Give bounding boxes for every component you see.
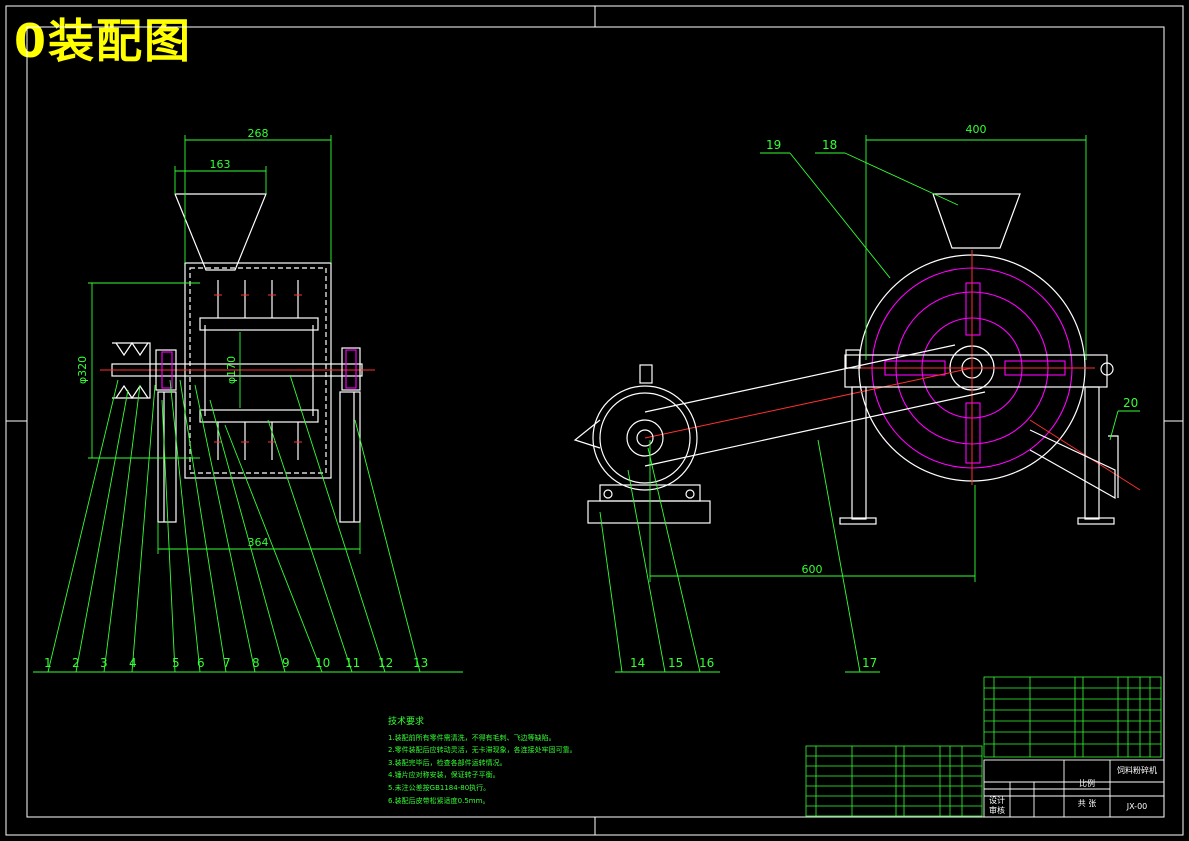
balloon-5: 5: [172, 656, 180, 670]
discharge-chute: [1029, 429, 1119, 500]
left-bearing-2-inner: [345, 349, 357, 389]
balloon-8: 8: [252, 656, 260, 670]
right-leaders: [599, 152, 1140, 673]
left-view: 268 163 φ320 φ170 364: [76, 127, 375, 554]
motor: [573, 364, 711, 524]
balloon-7: 7: [223, 656, 231, 670]
balloon-3: 3: [100, 656, 108, 670]
title-block-sheet: 共 张: [1078, 799, 1097, 808]
title-block: 饲料粉碎机 JX-00 比例 共 张 设计 审核: [983, 759, 1165, 818]
tech-item-2: 2.零件装配后应转动灵活，无卡滞现象，各连接处牢固可靠。: [388, 745, 577, 754]
tech-item-5: 5.未注公差按GB1184-80执行。: [388, 783, 490, 792]
title-block-scale: 比例: [1079, 778, 1095, 788]
dim-320: φ320: [76, 356, 89, 384]
tech-heading: 技术要求: [388, 715, 424, 727]
balloon-19: 19: [766, 138, 781, 152]
right-hammers: [884, 282, 1066, 464]
balloon-9: 9: [282, 656, 290, 670]
balloon-15: 15: [668, 656, 683, 670]
tech-item-1: 1.装配前所有零件需清洗，不得有毛刺、飞边等缺陷。: [388, 733, 556, 742]
outer-frame: [5, 5, 1184, 836]
title-block-designer: 设计: [989, 795, 1005, 805]
right-balloons: 14 15 16 17 19 18 20: [630, 138, 1138, 670]
balloon-12: 12: [378, 656, 393, 670]
right-view: 400 600: [573, 123, 1141, 582]
balloon-10: 10: [315, 656, 330, 670]
tech-item-4: 4.锤片应对称安装，保证转子平衡。: [388, 770, 500, 779]
balloon-11: 11: [345, 656, 360, 670]
left-leaders: [33, 374, 463, 673]
tech-item-3: 3.装配完毕后，检查各部件运转情况。: [388, 758, 507, 767]
dim-600: 600: [802, 563, 823, 576]
right-hopper: [932, 193, 1021, 249]
left-leg-2: [339, 391, 361, 523]
balloon-16: 16: [699, 656, 714, 670]
balloon-13: 13: [413, 656, 428, 670]
dim-170: φ170: [225, 356, 238, 384]
balloon-14: 14: [630, 656, 645, 670]
dim-163: 163: [210, 158, 231, 171]
center-marks: [6, 6, 1183, 835]
balloon-17: 17: [862, 656, 877, 670]
tech-item-6: 6.装配后皮带松紧适度0.5mm。: [388, 796, 489, 805]
balloon-2: 2: [72, 656, 80, 670]
balloon-1: 1: [44, 656, 52, 670]
title-block-name: 饲料粉碎机: [1117, 765, 1157, 775]
balloon-4: 4: [129, 656, 137, 670]
balloon-6: 6: [197, 656, 205, 670]
parts-list-upper: [983, 676, 1162, 758]
left-balloons: 1 2 3 4 5 6 7 8 9 10 11 12 13: [44, 656, 428, 670]
balloon-20: 20: [1123, 396, 1138, 410]
dim-268: 268: [248, 127, 269, 140]
balloon-18: 18: [822, 138, 837, 152]
title-block-number: JX-00: [1126, 802, 1148, 811]
dim-400: 400: [966, 123, 987, 136]
left-hopper: [174, 193, 267, 271]
title-block-checker: 审核: [989, 805, 1005, 815]
right-centerlines: [644, 250, 1141, 491]
drawing-canvas: 268 163 φ320 φ170 364 1 2 3 4 5 6 7 8 9 …: [5, 5, 1184, 836]
tech-requirements: 技术要求 1.装配前所有零件需清洗，不得有毛刺、飞边等缺陷。 2.零件装配后应转…: [388, 715, 577, 805]
left-bearing-2: [341, 347, 361, 391]
parts-list-lower: [805, 745, 983, 817]
